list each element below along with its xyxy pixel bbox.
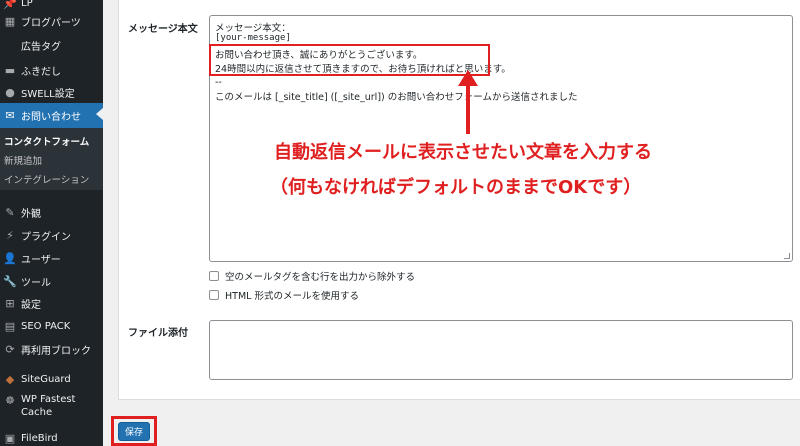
html-mail-option[interactable]: HTML 形式のメールを使用する [209, 288, 359, 302]
pin-icon: 📌 [3, 0, 17, 10]
message-line: メッセージ本文： [215, 23, 291, 34]
reuse-icon: ⟳ [5, 342, 15, 356]
sidebar-item-seo-pack[interactable]: ▤ SEO PACK [0, 315, 103, 337]
blocks-icon: ▦ [4, 14, 16, 28]
message-line: このメールは [_site_title] ([_site_url]) のお問い合… [215, 92, 578, 103]
annotation-line-1: 自動返信メールに表示させたい文章を入力する [274, 142, 652, 163]
user-icon: 👤 [3, 251, 17, 265]
sidebar-item-wp-fastest-cache[interactable]: ☸ WP Fastest Cache [0, 393, 103, 427]
seo-icon: ▤ [4, 319, 16, 333]
swell-logo-icon: ● [5, 85, 15, 99]
filebird-icon: ▣ [4, 431, 16, 445]
wrench-icon: 🔧 [3, 274, 17, 288]
exclude-empty-tags-option[interactable]: 空のメールタグを含む行を出力から除外する [209, 269, 415, 283]
highlight-box [209, 44, 490, 76]
submenu-integration[interactable]: インテグレーション [4, 172, 89, 186]
sidebar-item-siteguard[interactable]: ◆ SiteGuard [0, 368, 103, 390]
contact-submenu: コンタクトフォーム 新規追加 インテグレーション [0, 128, 103, 190]
arrow-shaft [466, 84, 470, 134]
sidebar-item-filebird[interactable]: ▣ FileBird [0, 427, 103, 446]
attachment-label: ファイル添付 [128, 328, 188, 339]
siteguard-icon: ◆ [5, 372, 15, 386]
sidebar-item-settings[interactable]: ⊞ 設定 [0, 292, 103, 314]
submenu-add-new[interactable]: 新規追加 [4, 153, 42, 167]
annotation-line-2: （何もなければデフォルトのままでOKです） [270, 177, 642, 198]
sidebar-item-appearance[interactable]: ✎ 外観 [0, 201, 103, 223]
brush-icon: ✎ [5, 205, 15, 219]
sidebar-item-tools[interactable]: 🔧 ツール [0, 270, 103, 292]
message-body-label: メッセージ本文 [128, 24, 198, 35]
sidebar-item-swell-settings[interactable]: ● SWELL設定 [0, 81, 103, 103]
cheetah-icon: ☸ [5, 393, 15, 407]
message-line: [your-message] [215, 33, 291, 43]
resize-handle[interactable] [784, 253, 790, 259]
message-line: -- [215, 77, 222, 88]
mail-icon: ✉ [5, 109, 15, 122]
sidebar-item-plugins[interactable]: ⚡ プラグイン [0, 224, 103, 246]
html-mail-label: HTML 形式のメールを使用する [225, 291, 359, 302]
sidebar-item-reusable-blocks[interactable]: ⟳ 再利用ブロック [0, 338, 103, 360]
settings-icon: ⊞ [5, 296, 15, 310]
sidebar-item-contact[interactable]: ✉ お問い合わせ [0, 103, 103, 128]
sidebar-item-blog-parts[interactable]: ▦ ブログパーツ [0, 10, 103, 32]
sidebar-item-fukidashi[interactable]: ▬ ふきだし [0, 59, 103, 81]
speech-bubble-icon: ▬ [4, 63, 16, 77]
exclude-empty-tags-label: 空のメールタグを含む行を出力から除外する [225, 272, 416, 283]
exclude-empty-tags-checkbox[interactable] [209, 271, 219, 281]
sidebar-item-users[interactable]: 👤 ユーザー [0, 247, 103, 269]
sidebar-item-ad-tag[interactable]: 広告タグ [0, 34, 103, 56]
plugin-icon: ⚡ [6, 228, 14, 242]
save-button[interactable]: 保存 [118, 422, 150, 441]
html-mail-checkbox[interactable] [209, 290, 219, 300]
attachment-textarea[interactable] [209, 320, 793, 380]
submenu-contact-form[interactable]: コンタクトフォーム [4, 134, 89, 148]
admin-sidebar: 📌 LP ▦ ブログパーツ 広告タグ ▬ ふきだし ● SWELL設定 ✉ お問… [0, 0, 103, 446]
